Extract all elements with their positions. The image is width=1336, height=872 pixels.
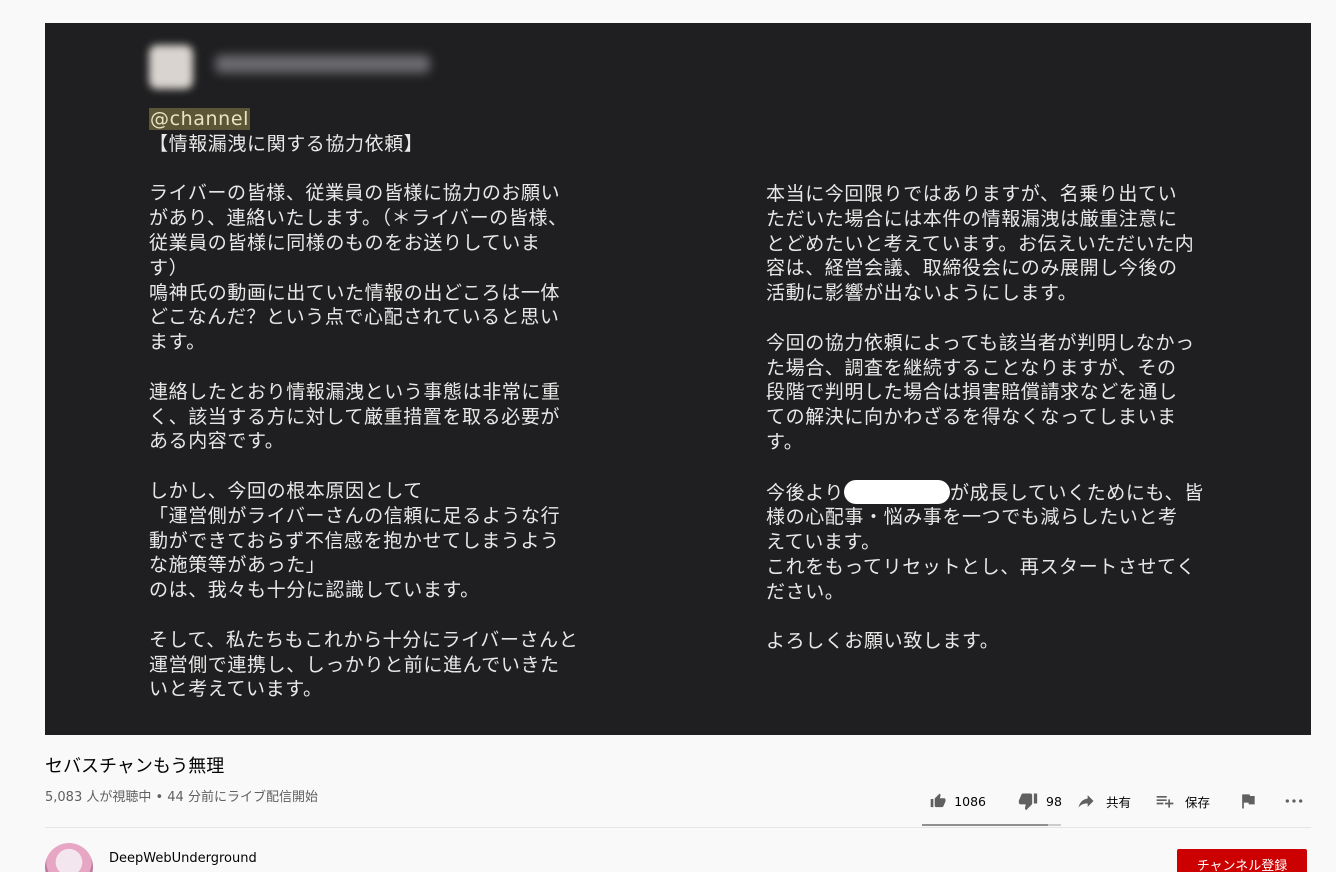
report-button[interactable]: [1238, 791, 1258, 811]
redaction-box: [844, 479, 951, 504]
redacted-line-suffix: が成長していくためにも、皆: [950, 481, 1204, 504]
youtube-watch-page: @channel 【情報漏洩に関する協力依頼】 ライバーの皆様、従業員の皆様に協…: [0, 0, 1336, 872]
blurred-avatar: [149, 45, 193, 89]
video-title: セバスチャンもう無理: [45, 756, 225, 777]
share-icon: [1078, 795, 1094, 808]
sentiment-bar-dislike: [1048, 824, 1061, 826]
dislike-count: 98: [1046, 793, 1062, 809]
save-playlist-icon: [1156, 796, 1174, 808]
dislike-button[interactable]: 98: [1008, 791, 1068, 811]
sentiment-bar-like: [922, 824, 1048, 826]
divider: [45, 827, 1311, 828]
message-header: [145, 41, 445, 91]
action-bar: 1086 98 共有 保存: [922, 786, 1304, 816]
like-count: 1086: [954, 793, 986, 809]
more-actions-button[interactable]: [1284, 791, 1304, 811]
flag-icon: [1242, 794, 1255, 809]
save-label: 保存: [1185, 794, 1211, 810]
right-column-text-top: 本当に今回限りではありますが、名乗り出てい ただいた場合には本件の情報漏洩は厳重…: [766, 183, 1195, 453]
left-column-text: 【情報漏洩に関する協力依頼】 ライバーの皆様、従業員の皆様に協力のお願い があり…: [149, 132, 579, 701]
more-icon: [1285, 799, 1303, 803]
redacted-line-prefix: 今後より: [766, 481, 845, 504]
like-icon: [930, 793, 946, 808]
message-right-column: 本当に今回限りではありますが、名乗り出てい ただいた場合には本件の情報漏洩は厳重…: [766, 182, 1246, 654]
subscribe-button[interactable]: チャンネル登録: [1177, 849, 1307, 872]
right-column-text-bottom: 様の心配事・悩み事を一つでも減らしたいと考 えています。 これをもってリセットと…: [766, 506, 1196, 653]
channel-mention: @channel: [149, 108, 250, 130]
like-button[interactable]: 1086: [922, 791, 986, 811]
channel-name[interactable]: DeepWebUnderground: [109, 851, 257, 866]
share-label: 共有: [1106, 794, 1132, 810]
channel-avatar[interactable]: [45, 843, 93, 872]
video-view-info: 5,083 人が視聴中 • 44 分前にライブ配信開始: [45, 790, 318, 805]
video-player[interactable]: @channel 【情報漏洩に関する協力依頼】 ライバーの皆様、従業員の皆様に協…: [45, 23, 1311, 735]
share-button[interactable]: 共有: [1076, 791, 1131, 811]
message-left-column: @channel 【情報漏洩に関する協力依頼】 ライバーの皆様、従業員の皆様に協…: [149, 107, 619, 702]
save-button[interactable]: 保存: [1155, 791, 1210, 811]
dislike-icon: [1018, 793, 1038, 811]
blurred-sender-name: [215, 55, 430, 73]
